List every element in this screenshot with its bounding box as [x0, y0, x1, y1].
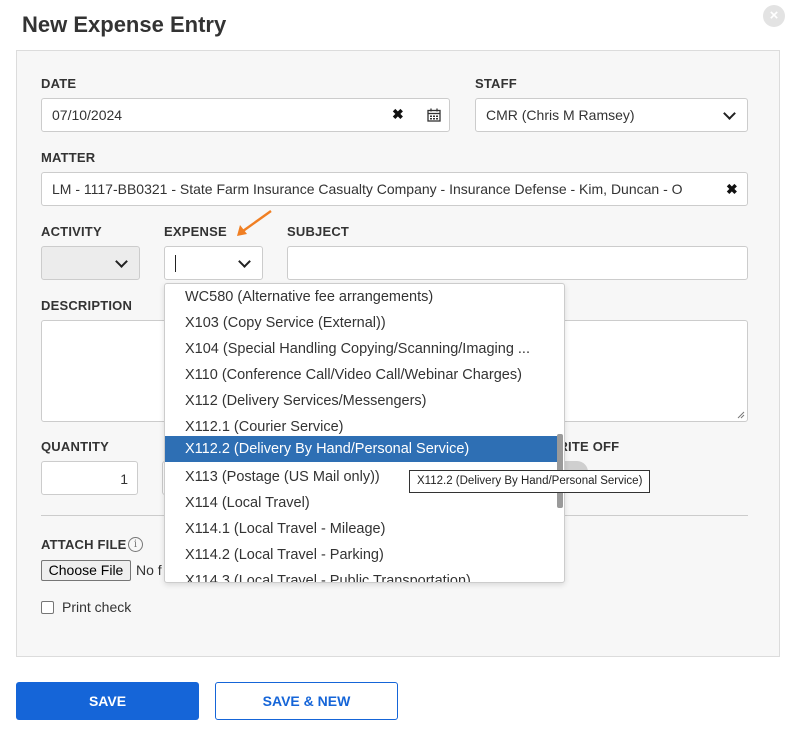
- dropdown-option[interactable]: X114 (Local Travel): [165, 490, 558, 516]
- matter-field[interactable]: LM - 1117-BB0321 - State Farm Insurance …: [41, 172, 748, 206]
- clear-matter-icon[interactable]: ✖: [726, 181, 738, 198]
- date-label: DATE: [41, 76, 77, 91]
- option-tooltip: X112.2 (Delivery By Hand/Personal Servic…: [409, 470, 651, 493]
- matter-label: MATTER: [41, 150, 96, 165]
- close-icon[interactable]: ×: [763, 5, 785, 27]
- expense-dropdown-list: WC580 (Alternative fee arrangements) X10…: [164, 283, 565, 583]
- dialog-title: New Expense Entry: [22, 12, 227, 37]
- expense-label: EXPENSE: [164, 224, 227, 239]
- text-cursor: [175, 255, 176, 272]
- chevron-down-icon: [723, 107, 736, 120]
- dropdown-option[interactable]: X114.1 (Local Travel - Mileage): [165, 516, 558, 542]
- annotation-arrow-icon: [237, 210, 272, 236]
- quantity-label: QUANTITY: [41, 439, 110, 454]
- dropdown-option[interactable]: X104 (Special Handling Copying/Scanning/…: [165, 336, 558, 362]
- dropdown-option[interactable]: X103 (Copy Service (External)): [165, 310, 558, 336]
- dropdown-option[interactable]: WC580 (Alternative fee arrangements): [165, 284, 558, 310]
- save-button[interactable]: SAVE: [16, 682, 199, 720]
- staff-select[interactable]: CMR (Chris M Ramsey): [475, 98, 748, 132]
- print-check-label: Print check: [62, 599, 132, 615]
- choose-file-button[interactable]: Choose File: [41, 560, 131, 581]
- no-file-text: No f: [136, 562, 162, 578]
- date-value: 07/10/2024: [52, 107, 123, 123]
- info-icon[interactable]: i: [128, 537, 143, 552]
- clear-date-icon[interactable]: ✖: [392, 106, 404, 123]
- dropdown-option[interactable]: X112 (Delivery Services/Messengers): [165, 388, 558, 414]
- activity-select[interactable]: [41, 246, 140, 280]
- calendar-icon[interactable]: [427, 108, 441, 122]
- dropdown-option[interactable]: X114.3 (Local Travel - Public Transporta…: [165, 568, 558, 582]
- subject-label: SUBJECT: [287, 224, 350, 239]
- expense-select[interactable]: [164, 246, 263, 280]
- description-label: DESCRIPTION: [41, 298, 133, 313]
- resize-handle-icon[interactable]: [737, 411, 745, 419]
- attach-file-label: ATTACH FILE: [41, 537, 127, 552]
- chevron-down-icon: [238, 255, 251, 268]
- dropdown-option[interactable]: X114.2 (Local Travel - Parking): [165, 542, 558, 568]
- dropdown-option-selected[interactable]: X112.2 (Delivery By Hand/Personal Servic…: [165, 436, 558, 462]
- quantity-value: 1: [120, 471, 128, 487]
- activity-label: ACTIVITY: [41, 224, 102, 239]
- chevron-down-icon: [115, 255, 128, 268]
- dropdown-option[interactable]: X110 (Conference Call/Video Call/Webinar…: [165, 362, 558, 388]
- matter-value: LM - 1117-BB0321 - State Farm Insurance …: [52, 181, 683, 197]
- staff-value: CMR (Chris M Ramsey): [486, 107, 635, 123]
- save-and-new-button[interactable]: SAVE & NEW: [215, 682, 398, 720]
- date-field[interactable]: 07/10/2024 ✖: [41, 98, 450, 132]
- print-check-checkbox[interactable]: [41, 601, 54, 614]
- quantity-input[interactable]: 1: [41, 461, 138, 495]
- staff-label: STAFF: [475, 76, 517, 91]
- subject-input[interactable]: [287, 246, 748, 280]
